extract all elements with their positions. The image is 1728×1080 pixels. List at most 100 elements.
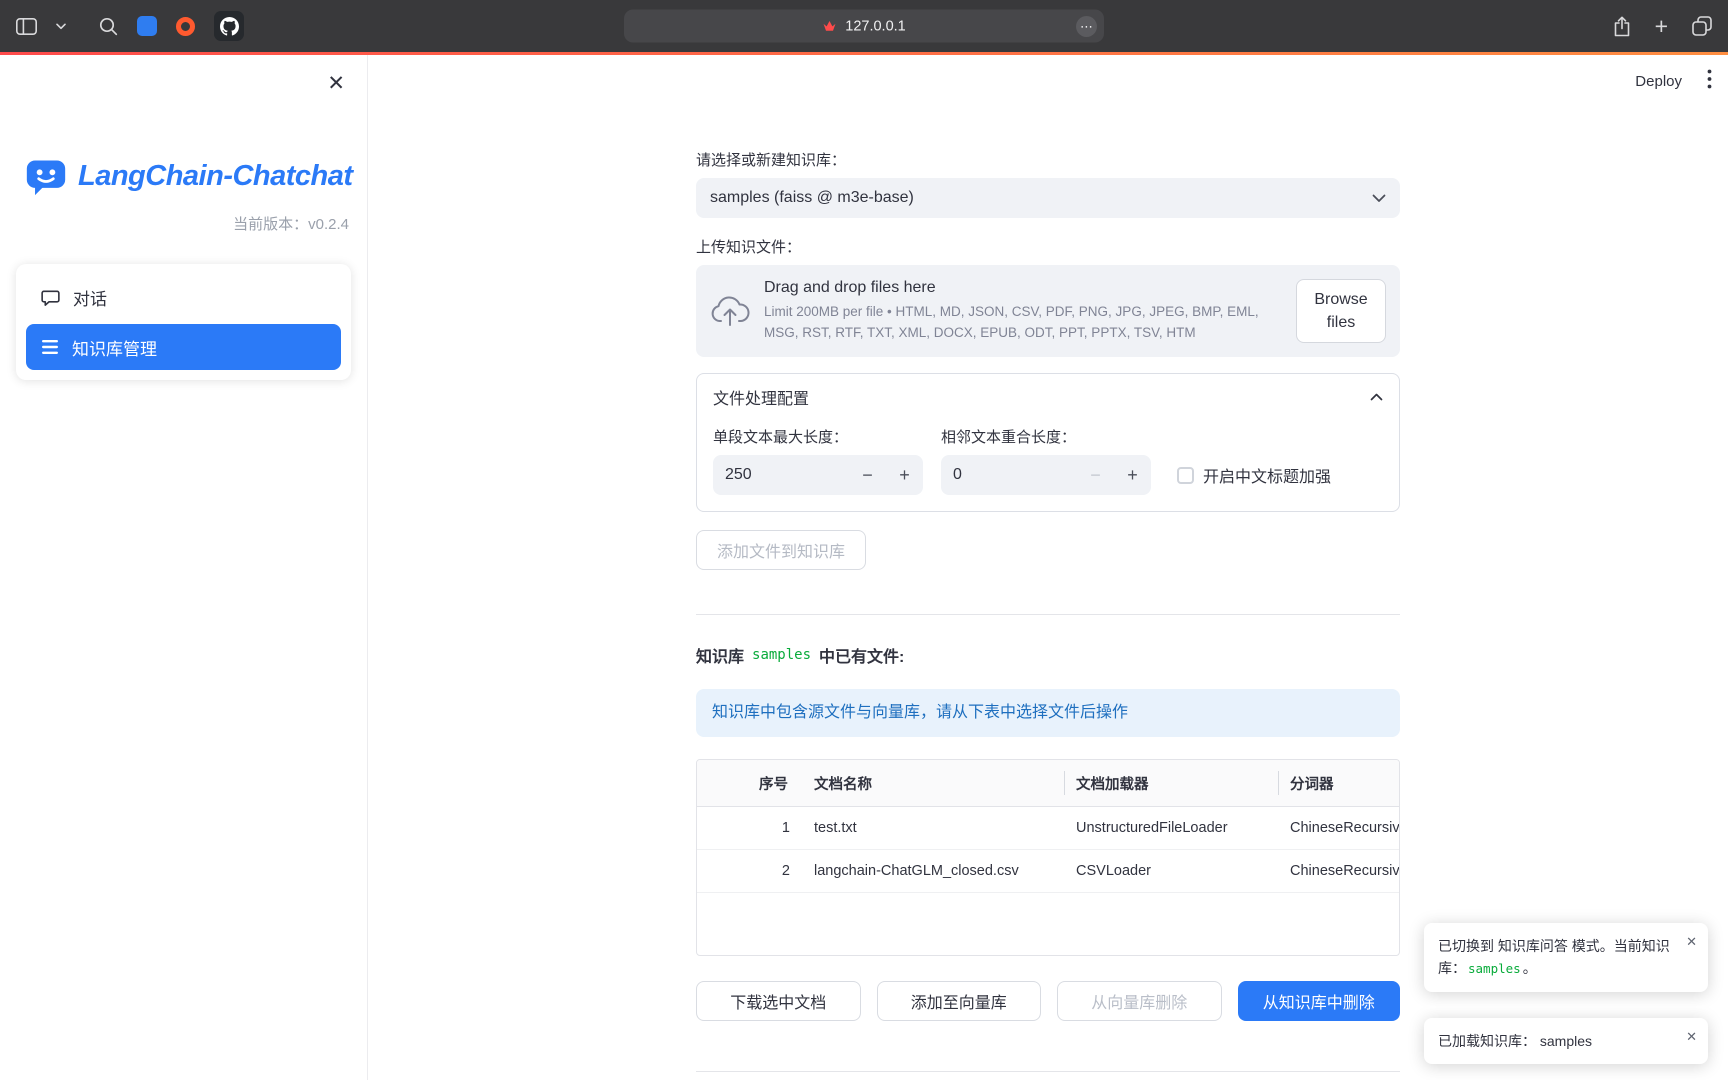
- zh-title-checkbox[interactable]: [1177, 467, 1194, 484]
- cell-splitter: ChineseRecursiveTextSplitter: [1278, 850, 1400, 892]
- toast-stack: 已切换到 知识库问答 模式。当前知识库：samples。 ✕ 已加载知识库： s…: [1424, 923, 1708, 1064]
- chat-icon: [41, 288, 60, 307]
- page-settings-icon[interactable]: ⋯: [1076, 16, 1097, 37]
- chunk-size-label: 单段文本最大长度：: [713, 428, 923, 447]
- table-header-row: 序号 文档名称 文档加载器 分词器: [697, 760, 1399, 807]
- new-tab-icon[interactable]: +: [1655, 15, 1668, 38]
- zh-title-checkbox-label: 开启中文标题加强: [1203, 463, 1331, 487]
- toast-kb-loaded: 已加载知识库： samples ✕: [1424, 1018, 1708, 1064]
- file-config-expander: 文件处理配置 单段文本最大长度： − +: [696, 373, 1400, 512]
- add-to-vector-button[interactable]: 添加至向量库: [877, 981, 1042, 1021]
- tab-overview-icon[interactable]: [1692, 16, 1712, 36]
- menu-item-dialogue[interactable]: 对话: [26, 274, 341, 320]
- divider: [696, 614, 1400, 615]
- kb-select-label: 请选择或新建知识库：: [696, 151, 1400, 170]
- share-icon[interactable]: [1613, 16, 1631, 37]
- toast-text: 。: [1523, 960, 1537, 976]
- toast-mode-switched: 已切换到 知识库问答 模式。当前知识库：samples。 ✕: [1424, 923, 1708, 992]
- cell-loader: CSVLoader: [1064, 850, 1278, 892]
- url-text: 127.0.0.1: [845, 18, 905, 34]
- dropzone-limit: Limit 200MB per file • HTML, MD, JSON, C…: [764, 302, 1282, 343]
- cloud-upload-icon: [710, 295, 750, 327]
- add-files-to-kb-button[interactable]: 添加文件到知识库: [696, 530, 866, 570]
- toast-close-icon[interactable]: ✕: [1686, 1027, 1697, 1048]
- table-header-loader: 文档加载器: [1064, 760, 1278, 806]
- cell-no: 1: [747, 807, 802, 849]
- upload-label: 上传知识文件：: [696, 238, 1400, 257]
- knowledge-base-icon: [41, 339, 59, 355]
- cell-splitter: ChineseRecursiveTextSplitter: [1278, 807, 1400, 849]
- kb-name-code: samples: [752, 647, 811, 663]
- table-header-name: 文档名称: [802, 760, 1064, 806]
- chevron-down-icon: [1372, 194, 1386, 203]
- github-extension-icon[interactable]: [214, 11, 244, 41]
- overlap-size-input: − +: [941, 455, 1151, 495]
- sidebar-close-icon[interactable]: ✕: [327, 71, 345, 96]
- extension-icon-orange[interactable]: [176, 17, 195, 36]
- kb-files-heading: 知识库 samples 中已有文件:: [696, 643, 1400, 667]
- chunk-size-increment-button[interactable]: +: [886, 455, 923, 495]
- overlap-size-group: 相邻文本重合长度： − +: [941, 428, 1151, 495]
- chunk-size-input: − +: [713, 455, 923, 495]
- dropzone-texts: Drag and drop files here Limit 200MB per…: [764, 279, 1282, 343]
- logo: LangChain-Chatchat: [24, 155, 367, 197]
- expander-body: 单段文本最大长度： − + 相邻文本重合长度： − +: [697, 420, 1399, 511]
- overlap-size-value[interactable]: [941, 466, 1077, 484]
- table-row[interactable]: 1 test.txt UnstructuredFileLoader Chines…: [697, 807, 1399, 850]
- chevron-down-icon[interactable]: [56, 23, 66, 30]
- sidebar-toggle-icon[interactable]: [16, 18, 37, 35]
- menu-item-label: 对话: [73, 285, 107, 310]
- expander-title: 文件处理配置: [713, 385, 809, 409]
- toolbar-left-group: [16, 11, 244, 41]
- zh-title-checkbox-group: 开启中文标题加强: [1177, 455, 1331, 495]
- table-row[interactable]: 2 langchain-ChatGLM_closed.csv CSVLoader…: [697, 850, 1399, 893]
- chunk-size-decrement-button[interactable]: −: [849, 455, 886, 495]
- chunk-size-value[interactable]: [713, 466, 849, 484]
- address-bar[interactable]: 127.0.0.1 ⋯: [624, 10, 1104, 43]
- extension-icon-blue[interactable]: [137, 16, 157, 36]
- table-header-splitter: 分词器: [1278, 760, 1400, 806]
- divider: [696, 1071, 1400, 1072]
- expander-header[interactable]: 文件处理配置: [697, 374, 1399, 420]
- search-icon[interactable]: [99, 17, 118, 36]
- logo-text: LangChain-Chatchat: [78, 160, 353, 193]
- dropzone-title: Drag and drop files here: [764, 279, 1282, 297]
- file-dropzone[interactable]: Drag and drop files here Limit 200MB per…: [696, 265, 1400, 357]
- table-actions: 下载选中文档 添加至向量库 从向量库删除 从知识库中删除: [696, 981, 1400, 1021]
- cell-no: 2: [747, 850, 802, 892]
- sidebar: ✕ LangChain-Chatchat 当前版本：v0.2.4 对话: [0, 55, 368, 1080]
- kb-files-suffix: 中已有文件:: [819, 643, 904, 667]
- menu-item-kb-management[interactable]: 知识库管理: [26, 324, 341, 370]
- table-header-blank: [697, 760, 747, 806]
- delete-from-kb-button[interactable]: 从知识库中删除: [1238, 981, 1401, 1021]
- menu-item-label: 知识库管理: [72, 335, 157, 360]
- toast-kb-code: samples: [1468, 961, 1521, 976]
- cell-loader: UnstructuredFileLoader: [1064, 807, 1278, 849]
- delete-from-vector-button[interactable]: 从向量库删除: [1057, 981, 1222, 1021]
- overlap-size-increment-button[interactable]: +: [1114, 455, 1151, 495]
- version-label: 当前版本：v0.2.4: [0, 213, 349, 234]
- browse-files-button[interactable]: Browse files: [1296, 279, 1386, 343]
- toolbar-right-group: +: [1613, 15, 1712, 38]
- download-selected-button[interactable]: 下载选中文档: [696, 981, 861, 1021]
- kb-select[interactable]: samples (faiss @ m3e-base): [696, 178, 1400, 218]
- cell-name: test.txt: [802, 807, 1064, 849]
- logo-icon: [24, 155, 68, 197]
- sidebar-menu: 对话 知识库管理: [16, 264, 351, 380]
- deploy-button[interactable]: Deploy: [1635, 73, 1682, 90]
- info-alert: 知识库中包含源文件与向量库，请从下表中选择文件后操作: [696, 689, 1400, 737]
- kb-files-prefix: 知识库: [696, 643, 744, 667]
- chevron-up-icon: [1370, 393, 1383, 401]
- kebab-menu-icon[interactable]: [1707, 69, 1712, 89]
- overlap-size-label: 相邻文本重合长度：: [941, 428, 1151, 447]
- toast-close-icon[interactable]: ✕: [1686, 932, 1697, 953]
- toast-text: 已加载知识库： samples: [1438, 1033, 1592, 1049]
- kb-select-value: samples (faiss @ m3e-base): [710, 189, 914, 207]
- browser-toolbar: 127.0.0.1 ⋯ +: [0, 0, 1728, 52]
- site-favicon: [822, 19, 837, 34]
- chunk-size-group: 单段文本最大长度： − +: [713, 428, 923, 495]
- overlap-size-decrement-button[interactable]: −: [1077, 455, 1114, 495]
- cell-name: langchain-ChatGLM_closed.csv: [802, 850, 1064, 892]
- content-column: 请选择或新建知识库： samples (faiss @ m3e-base) 上传…: [696, 55, 1400, 1072]
- table-header-no: 序号: [747, 760, 802, 806]
